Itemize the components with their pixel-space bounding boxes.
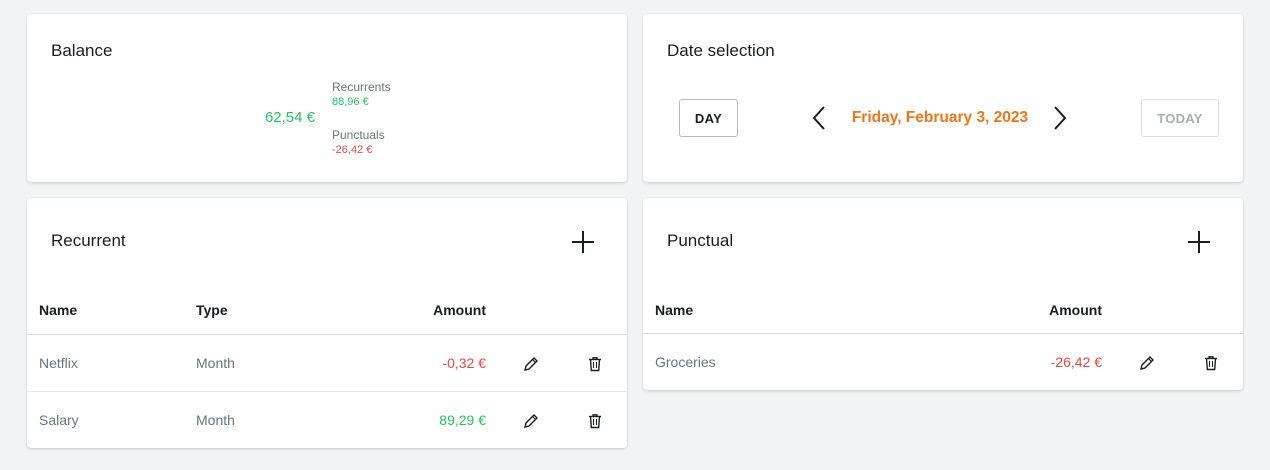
punctual-title: Punctual xyxy=(667,231,734,250)
punctuals-value: -26,42 € xyxy=(332,144,373,156)
date-selection-card: Date selection DAY Friday, February 3, 2… xyxy=(643,14,1243,182)
pencil-icon[interactable] xyxy=(522,412,540,430)
table-row-name: Netflix xyxy=(39,355,78,371)
table-row-type: Month xyxy=(196,412,235,428)
column-header-name: Name xyxy=(39,302,78,318)
chevron-right-icon[interactable] xyxy=(1048,104,1072,132)
add-recurrent-button[interactable] xyxy=(571,230,595,254)
chevron-left-icon[interactable] xyxy=(807,104,831,132)
pencil-icon[interactable] xyxy=(1138,354,1156,372)
table-row-amount: -0,32 € xyxy=(442,355,486,371)
recurrents-value: 88,96 € xyxy=(332,96,369,108)
recurrent-card: Recurrent Name Type Amount Netflix Month… xyxy=(27,198,627,448)
recurrent-title: Recurrent xyxy=(51,231,126,250)
trash-icon[interactable] xyxy=(1202,354,1220,372)
punctual-card: Punctual Name Amount Groceries -26,42 € xyxy=(643,198,1243,390)
day-mode-button[interactable]: DAY xyxy=(679,99,738,137)
header-divider xyxy=(27,334,627,335)
current-date: Friday, February 3, 2023 xyxy=(851,109,1029,126)
plus-icon xyxy=(572,231,594,253)
trash-icon[interactable] xyxy=(586,412,604,430)
table-row-amount: 89,29 € xyxy=(439,412,486,428)
table-row-amount: -26,42 € xyxy=(1050,354,1102,370)
balance-card: Balance 62,54 € Recurrents 88,96 € Punct… xyxy=(27,14,627,182)
recurrents-label: Recurrents xyxy=(332,80,391,94)
column-header-amount: Amount xyxy=(1049,302,1102,318)
add-punctual-button[interactable] xyxy=(1187,230,1211,254)
date-selection-title: Date selection xyxy=(667,41,775,60)
table-row-type: Month xyxy=(196,355,235,371)
header-divider xyxy=(643,333,1243,334)
table-row-name: Groceries xyxy=(655,354,716,370)
column-header-name: Name xyxy=(655,302,694,318)
punctuals-label: Punctuals xyxy=(332,128,385,142)
plus-icon xyxy=(1188,231,1210,253)
balance-title: Balance xyxy=(51,41,113,60)
trash-icon[interactable] xyxy=(586,355,604,373)
row-divider xyxy=(27,391,627,392)
balance-total: 62,54 € xyxy=(264,109,315,126)
today-button[interactable]: TODAY xyxy=(1141,99,1219,137)
table-row-name: Salary xyxy=(39,412,79,428)
pencil-icon[interactable] xyxy=(522,355,540,373)
column-header-type: Type xyxy=(196,302,228,318)
column-header-amount: Amount xyxy=(433,302,486,318)
